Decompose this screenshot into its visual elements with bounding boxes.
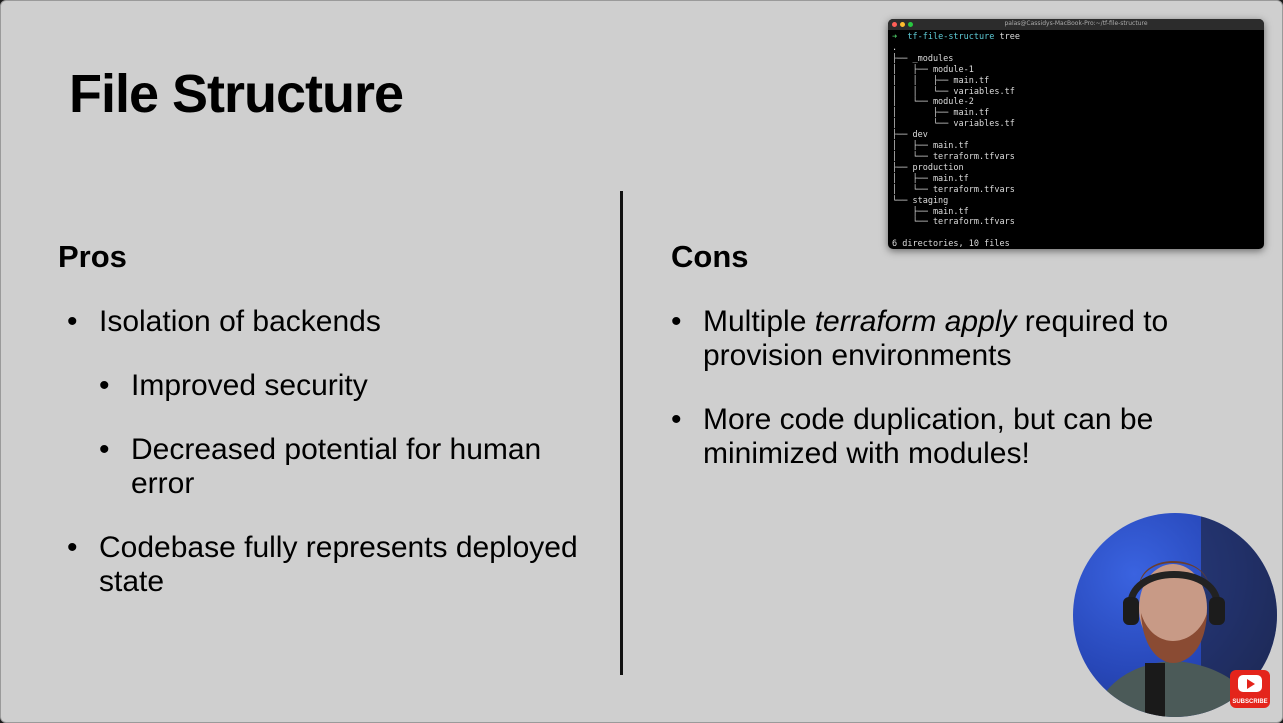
- youtube-play-icon: [1238, 675, 1262, 692]
- terminal-line: │ └── terraform.tfvars: [892, 184, 1015, 195]
- terminal-line: │ └── variables.tf: [892, 119, 1015, 130]
- cons-item: Multiple terraform apply required to pro…: [671, 305, 1231, 373]
- terminal-output: ➜ tf-file-structure tree. ├── _modules │ ├…: [888, 30, 1264, 249]
- terminal-line: │ ├── main.tf: [892, 108, 990, 119]
- terminal-line: └── staging: [892, 195, 949, 206]
- terminal-line: │ │ ├── main.tf: [892, 75, 990, 86]
- terminal-line: .: [892, 42, 898, 53]
- pros-list: Isolation of backends Improved security …: [67, 305, 597, 629]
- pros-subitem: Improved security: [99, 369, 597, 403]
- prompt-arrow-icon: ➜: [892, 32, 898, 42]
- terminal-line: │ │ └── variables.tf: [892, 86, 1015, 97]
- cons-item: More code duplication, but can be minimi…: [671, 403, 1231, 471]
- terminal-line: │ ├── main.tf: [892, 141, 969, 152]
- pros-heading: Pros: [58, 239, 127, 274]
- cons-item-text: Multiple: [703, 305, 815, 338]
- cons-list: Multiple terraform apply required to pro…: [671, 305, 1231, 501]
- terminal-line: ├── main.tf: [892, 206, 969, 217]
- pros-subitem: Decreased potential for human error: [99, 433, 597, 501]
- terminal-title: palas@Cassidys-MacBook-Pro:~/tf-file-str…: [1004, 20, 1148, 27]
- terminal-line: ├── dev: [892, 130, 928, 141]
- subscribe-button[interactable]: SUBSCRIBE: [1230, 670, 1270, 708]
- terminal-line: │ └── module-2: [892, 97, 974, 108]
- terminal-window: palas@Cassidys-MacBook-Pro:~/tf-file-str…: [888, 19, 1264, 249]
- cons-item-command: terraform apply: [814, 305, 1017, 338]
- terminal-line: 6 directories, 10 files: [892, 239, 1010, 249]
- prompt-directory: tf-file-structure: [907, 32, 995, 42]
- presentation-slide: File Structure Pros Cons Isolation of ba…: [0, 0, 1283, 723]
- subscribe-label: SUBSCRIBE: [1232, 699, 1268, 705]
- terminal-line: ├── production: [892, 162, 964, 173]
- terminal-line: │ └── terraform.tfvars: [892, 151, 1015, 162]
- terminal-line: │ ├── main.tf: [892, 173, 969, 184]
- cons-heading: Cons: [671, 239, 749, 274]
- terminal-tree-output: . ├── _modules │ ├── module-1 │ │ ├── main.…: [892, 43, 1260, 249]
- terminal-line: ├── _modules: [892, 53, 954, 64]
- slide-title: File Structure: [69, 64, 404, 124]
- terminal-titlebar: palas@Cassidys-MacBook-Pro:~/tf-file-str…: [888, 19, 1264, 30]
- column-divider: [620, 191, 623, 675]
- terminal-prompt: ➜ tf-file-structure tree: [892, 32, 1260, 43]
- terminal-line: └── terraform.tfvars: [892, 217, 1015, 228]
- terminal-line: │ ├── module-1: [892, 64, 974, 75]
- pros-item: Codebase fully represents deployed state: [67, 531, 597, 599]
- pros-item: Isolation of backends: [67, 305, 597, 339]
- prompt-command: tree: [999, 32, 1020, 42]
